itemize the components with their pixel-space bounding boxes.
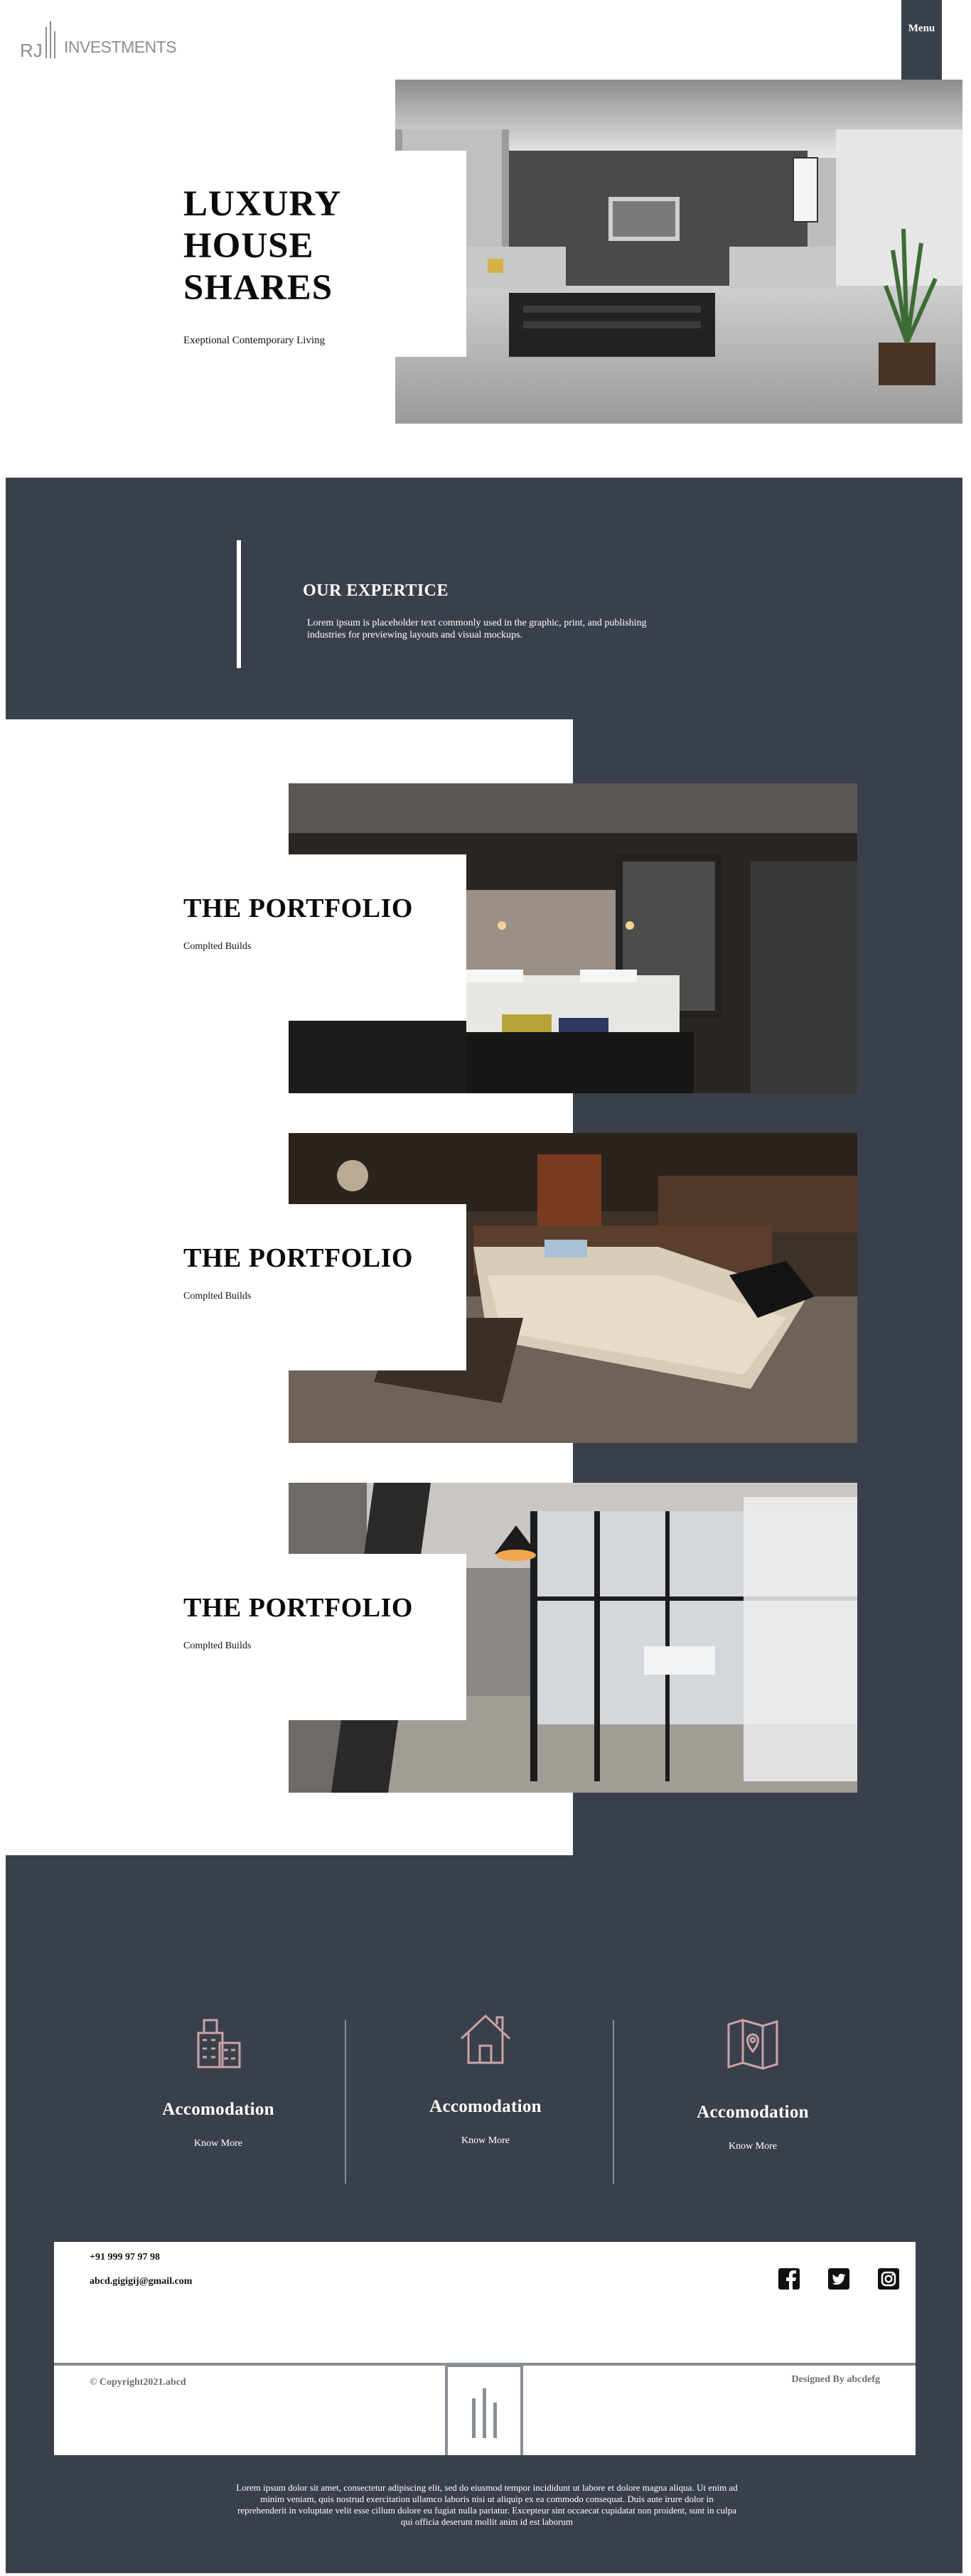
service-title: Accomodation xyxy=(697,2103,809,2122)
footer-designed-by: Designed By abcdefg xyxy=(791,2374,880,2385)
logo-mark-icon: RJ xyxy=(20,21,55,58)
hero-subtitle: Exeptional Contemporary Living xyxy=(183,335,326,346)
service-item: Accomodation Know More xyxy=(664,2014,842,2152)
buildings-icon xyxy=(197,2019,241,2068)
service-title: Accomodation xyxy=(162,2100,274,2119)
page: RJ INVESTMENTS Menu LUXURY HOUSE SHARES … xyxy=(0,0,971,2576)
service-divider xyxy=(345,2020,346,2184)
services-section xyxy=(6,1855,962,2573)
portfolio-card: THE PORTFOLIO Complted Builds xyxy=(158,1554,466,1720)
footer-logo-mark-icon xyxy=(472,2388,497,2438)
brand-logo[interactable]: RJ INVESTMENTS xyxy=(20,18,177,58)
know-more-link[interactable]: Know More xyxy=(729,2141,777,2152)
portfolio-subtitle: Complted Builds xyxy=(183,941,252,952)
hero-title-line: LUXURY xyxy=(183,184,342,224)
service-item: Accomodation Know More xyxy=(129,2012,307,2150)
expertise-section xyxy=(6,478,962,719)
expertise-title: OUR EXPERTICE xyxy=(303,581,449,600)
house-icon xyxy=(460,2014,511,2064)
portfolio-subtitle: Complted Builds xyxy=(183,1641,252,1651)
instagram-icon[interactable] xyxy=(877,2268,900,2290)
hero-title-line: SHARES xyxy=(183,268,333,308)
facebook-icon[interactable] xyxy=(778,2268,800,2290)
know-more-link[interactable]: Know More xyxy=(194,2138,242,2150)
portfolio-subtitle: Complted Builds xyxy=(183,1291,252,1302)
portfolio-card: THE PORTFOLIO Complted Builds xyxy=(158,1204,466,1370)
service-title: Accomodation xyxy=(429,2097,542,2116)
footer-phone[interactable]: +91 999 97 97 98 xyxy=(90,2252,160,2263)
service-divider xyxy=(613,2020,614,2184)
footer-card: +91 999 97 97 98 abcd.gigigij@gmail.com … xyxy=(54,2242,916,2455)
expertise-text: Lorem ipsum is placeholder text commonly… xyxy=(307,618,647,640)
hero-title-line: HOUSE xyxy=(183,226,314,266)
twitter-icon[interactable] xyxy=(827,2268,850,2290)
footer-logo xyxy=(445,2364,523,2455)
know-more-link[interactable]: Know More xyxy=(461,2135,510,2147)
footer-lorem-text: Lorem ipsum dolor sit amet, consectetur … xyxy=(236,2482,738,2527)
expertise-accent-bar xyxy=(237,540,241,668)
portfolio-card: THE PORTFOLIO Complted Builds xyxy=(158,854,466,1021)
hero-image xyxy=(395,80,962,424)
map-pin-icon xyxy=(727,2019,778,2070)
svg-text:RJ: RJ xyxy=(20,40,43,58)
portfolio-title: THE PORTFOLIO xyxy=(183,1593,413,1623)
portfolio-title: THE PORTFOLIO xyxy=(183,893,413,923)
portfolio-title: THE PORTFOLIO xyxy=(183,1243,413,1273)
footer-email[interactable]: abcd.gigigij@gmail.com xyxy=(90,2276,192,2287)
service-item: Accomodation Know More xyxy=(397,2009,574,2147)
living-room-illustration xyxy=(395,80,962,424)
hero-card: LUXURY HOUSE SHARES Exeptional Contempor… xyxy=(158,151,466,357)
footer-copyright: © Copyright2021.abcd xyxy=(90,2377,186,2388)
hero-title: LUXURY HOUSE SHARES xyxy=(183,183,466,309)
logo-text: INVESTMENTS xyxy=(64,38,177,56)
